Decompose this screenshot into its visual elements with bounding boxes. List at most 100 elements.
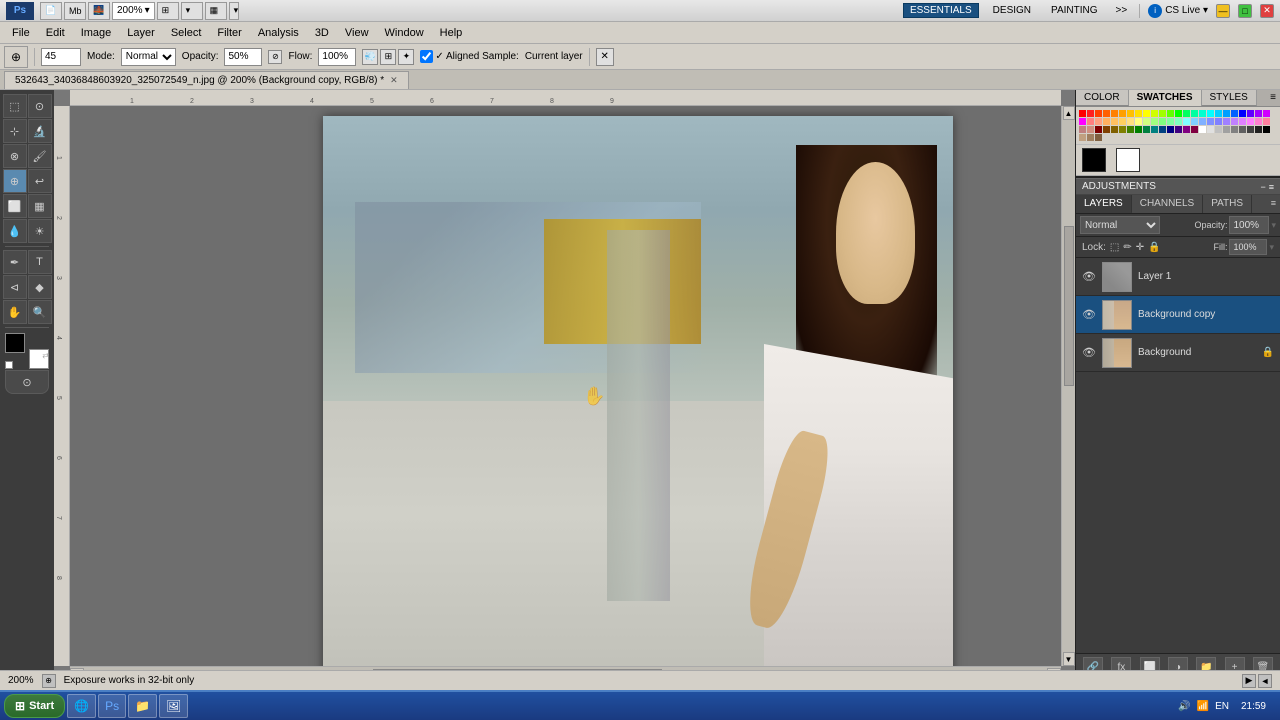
swatch[interactable] [1095, 118, 1102, 125]
swatch[interactable] [1223, 110, 1230, 117]
swatch-brown[interactable] [1095, 134, 1102, 141]
swatch[interactable] [1087, 126, 1094, 133]
history-brush-tool[interactable]: ↩ [28, 169, 52, 193]
swatch[interactable] [1199, 110, 1206, 117]
background-color-large[interactable] [1116, 148, 1140, 172]
cancel-healing-btn[interactable]: ✕ [596, 48, 614, 66]
layers-tab[interactable]: LAYERS [1076, 195, 1132, 213]
swatch[interactable] [1191, 110, 1198, 117]
swatch[interactable] [1127, 118, 1134, 125]
zoom-status-icon[interactable]: ⊕ [42, 674, 56, 688]
swatch[interactable] [1215, 118, 1222, 125]
swatch[interactable] [1087, 118, 1094, 125]
menu-image[interactable]: Image [73, 25, 120, 41]
swatch-olive[interactable] [1119, 126, 1126, 133]
crop-tool[interactable]: ⊹ [3, 119, 27, 143]
swatch[interactable] [1207, 118, 1214, 125]
photo-canvas[interactable]: ✋ [323, 116, 953, 666]
layer1-visibility-btn[interactable]: 👁 [1082, 270, 1096, 284]
foreground-color-btn[interactable] [5, 333, 25, 353]
timeline-btn[interactable]: ◄ [1258, 674, 1272, 688]
swatch[interactable] [1247, 118, 1254, 125]
adjustments-menu-btn[interactable]: ≡ [1269, 182, 1274, 192]
swatch[interactable] [1095, 110, 1102, 117]
v-scroll-down-btn[interactable]: ▼ [1063, 652, 1075, 666]
path-select-tool[interactable]: ⊲ [3, 275, 27, 299]
swatch[interactable] [1239, 126, 1246, 133]
swatch-yellow[interactable] [1143, 110, 1150, 117]
swatch-purple[interactable] [1183, 126, 1190, 133]
swatch[interactable] [1255, 126, 1262, 133]
new-file-btn[interactable]: 📄 [40, 2, 62, 20]
type-tool[interactable]: T [28, 250, 52, 274]
swatch-cyan[interactable] [1207, 110, 1214, 117]
color-tab[interactable]: COLOR [1076, 90, 1129, 106]
bridge-btn[interactable]: 🌉 [88, 2, 110, 20]
lock-position-btn[interactable]: ✛ [1136, 242, 1144, 253]
swatch[interactable] [1127, 110, 1134, 117]
swatch[interactable] [1255, 118, 1262, 125]
swap-colors-btn[interactable]: ⇄ [42, 351, 49, 360]
swatch[interactable] [1199, 118, 1206, 125]
swatch[interactable] [1135, 118, 1142, 125]
menu-analysis[interactable]: Analysis [250, 25, 307, 41]
hand-tool[interactable]: ✋ [3, 300, 27, 324]
taskbar-app4-btn[interactable]: 🖼 [159, 694, 188, 718]
taskbar-volume-icon[interactable]: 📶 [1197, 701, 1209, 712]
swatch[interactable] [1103, 110, 1110, 117]
menu-help[interactable]: Help [432, 25, 471, 41]
swatch[interactable] [1183, 110, 1190, 117]
swatch[interactable] [1247, 110, 1254, 117]
swatch-tan[interactable] [1079, 134, 1086, 141]
essentials-tab[interactable]: ESSENTIALS [903, 3, 979, 18]
swatch-darkgreen[interactable] [1135, 126, 1142, 133]
swatch-darkred[interactable] [1095, 126, 1102, 133]
swatch[interactable] [1103, 118, 1110, 125]
swatch[interactable] [1151, 110, 1158, 117]
color-panel-menu-btn[interactable]: ≡ [1266, 90, 1280, 106]
swatch[interactable] [1215, 110, 1222, 117]
zoom-tool[interactable]: 🔍 [28, 300, 52, 324]
swatch[interactable] [1167, 110, 1174, 117]
swatch[interactable] [1103, 126, 1110, 133]
lasso-tool[interactable]: ⊙ [28, 94, 52, 118]
v-scroll-up-btn[interactable]: ▲ [1063, 106, 1075, 120]
v-scroll-track[interactable] [1064, 120, 1074, 652]
layer-item-background[interactable]: 👁 Background 🔒 [1076, 334, 1280, 372]
texture-btn[interactable]: ⊞ [380, 49, 396, 65]
design-tab[interactable]: DESIGN [987, 4, 1037, 17]
gradient-tool[interactable]: ▦ [28, 194, 52, 218]
lock-all-btn[interactable]: 🔒 [1148, 242, 1160, 253]
swatch[interactable] [1135, 110, 1142, 117]
taskbar-ie-btn[interactable]: 🌐 [67, 694, 96, 718]
swatch[interactable] [1231, 118, 1238, 125]
swatches-tab[interactable]: SWATCHES [1129, 90, 1202, 106]
menu-edit[interactable]: Edit [38, 25, 73, 41]
maximize-btn[interactable]: □ [1238, 4, 1252, 18]
lock-pixels-btn[interactable]: ✏ [1123, 242, 1131, 253]
swatch-white[interactable] [1199, 126, 1206, 133]
swatch[interactable] [1207, 126, 1214, 133]
extras-btn[interactable]: ▾ [181, 2, 203, 20]
fill-dropdown-btn[interactable]: ▾ [1269, 242, 1274, 253]
tab-close-btn[interactable]: ✕ [390, 75, 398, 86]
swatch-silver[interactable] [1215, 126, 1222, 133]
swatch[interactable] [1175, 118, 1182, 125]
menu-filter[interactable]: Filter [209, 25, 249, 41]
swatch-green[interactable] [1175, 110, 1182, 117]
shape-tool[interactable]: ◆ [28, 275, 52, 299]
swatch[interactable] [1151, 118, 1158, 125]
arrange-btn[interactable]: ▦ [205, 2, 227, 20]
blend-mode-select[interactable]: Normal [1080, 216, 1160, 234]
layer-item-layer1[interactable]: 👁 Layer 1 [1076, 258, 1280, 296]
zoom-dropdown-icon[interactable]: ▾ [145, 5, 150, 16]
layers-panel-menu-btn[interactable]: ≡ [1267, 195, 1280, 213]
swatch-teal[interactable] [1151, 126, 1158, 133]
eyedropper-tool[interactable]: 🔬 [28, 119, 52, 143]
channels-tab[interactable]: CHANNELS [1132, 195, 1203, 213]
aligned-checkbox[interactable] [420, 50, 433, 63]
view-mode-btn[interactable]: ⊞ [157, 2, 179, 20]
quick-mask-btn[interactable]: ⊙ [5, 370, 49, 394]
foreground-color-large[interactable] [1082, 148, 1106, 172]
swatch[interactable] [1175, 126, 1182, 133]
